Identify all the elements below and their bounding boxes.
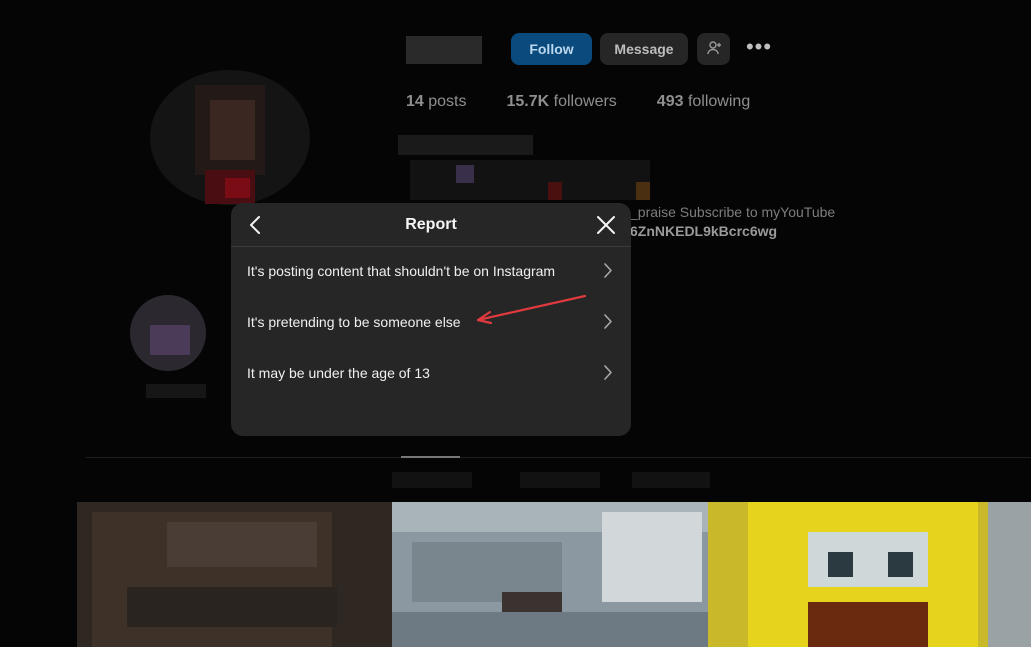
post-thumbnail[interactable] [708, 502, 1031, 647]
tab-divider [86, 457, 1031, 458]
bio-link[interactable]: 6ZnNKEDL9kBcrc6wg [630, 223, 777, 239]
report-dialog-title: Report [405, 216, 457, 233]
chevron-right-icon [604, 314, 612, 329]
report-option-label: It may be under the age of 13 [247, 365, 430, 381]
following-stat[interactable]: 493 following [657, 93, 750, 111]
followers-stat[interactable]: 15.7K followers [507, 93, 617, 111]
profile-stats: 14 posts 15.7K followers 493 following [406, 93, 750, 111]
posts-stat[interactable]: 14 posts [406, 93, 467, 111]
report-option-label: It's posting content that shouldn't be o… [247, 263, 556, 279]
post-thumbnail[interactable] [77, 502, 392, 647]
chevron-right-icon [604, 263, 612, 278]
add-user-icon [706, 40, 722, 59]
username-blurred [406, 36, 482, 64]
posts-tab-indicator[interactable] [401, 456, 460, 458]
report-option-inappropriate-content[interactable]: It's posting content that shouldn't be o… [231, 246, 631, 296]
message-button[interactable]: Message [600, 33, 688, 65]
report-option-underage[interactable]: It may be under the age of 13 [231, 348, 631, 398]
close-button[interactable] [595, 214, 617, 236]
close-icon [597, 216, 615, 234]
add-user-button[interactable] [697, 33, 730, 65]
annotation-arrow-icon [476, 294, 587, 325]
post-thumbnail[interactable] [392, 502, 708, 647]
chevron-right-icon [604, 365, 612, 380]
follow-button[interactable]: Follow [511, 33, 592, 65]
report-dialog-header: Report [231, 203, 631, 247]
more-options-button[interactable]: ••• [743, 36, 775, 60]
report-option-label: It's pretending to be someone else [247, 314, 461, 330]
bio-text: _praise Subscribe to myYouTube [630, 204, 836, 220]
